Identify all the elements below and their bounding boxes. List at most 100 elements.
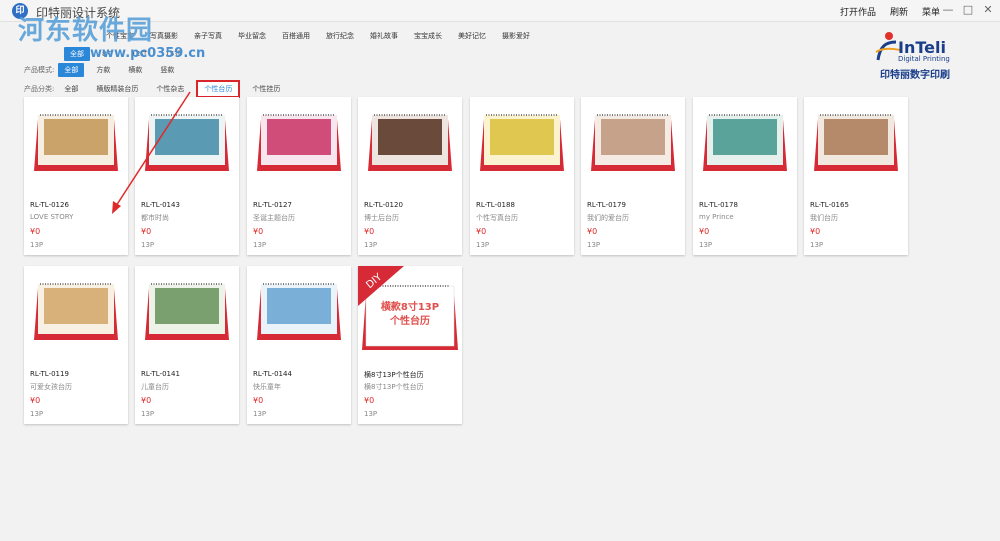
- product-pages: 13P: [810, 241, 824, 249]
- category-option-wall-calendar[interactable]: 个性挂历: [246, 82, 286, 96]
- tab-theme-0[interactable]: 个性宝宝: [100, 31, 140, 41]
- product-pages: 13P: [476, 241, 490, 249]
- title-bar: 印 印特丽设计系统 打开作品 刷新 菜单 — □ ✕: [0, 0, 1000, 22]
- product-name: 儿童台历: [141, 383, 169, 391]
- open-work-button[interactable]: 打开作品: [840, 5, 876, 18]
- mode-option-landscape[interactable]: 横款: [122, 63, 148, 77]
- product-price: ¥0: [699, 227, 710, 236]
- product-pages: 13P: [141, 410, 155, 418]
- product-price: ¥0: [587, 227, 598, 236]
- product-card[interactable]: RL-TL-0179 我们的爱台历 ¥0 13P: [581, 97, 685, 255]
- product-pages: 13P: [699, 241, 713, 249]
- product-price: ¥0: [253, 227, 264, 236]
- product-name: 个性写真台历: [476, 214, 518, 222]
- product-name: my Prince: [699, 213, 734, 221]
- product-price: ¥0: [30, 227, 41, 236]
- product-pages: 13P: [253, 241, 267, 249]
- tab-theme-8[interactable]: 美好记忆: [452, 31, 492, 41]
- size-option-12[interactable]: 12寸: [125, 47, 153, 61]
- tab-theme-2[interactable]: 亲子写真: [188, 31, 228, 41]
- product-code: RL-TL-0127: [253, 201, 292, 209]
- product-price: ¥0: [253, 396, 264, 405]
- product-code: RL-TL-0119: [30, 370, 69, 378]
- size-filter: 全部 8寸 12寸 15寸: [64, 47, 193, 61]
- close-icon[interactable]: ✕: [982, 3, 994, 16]
- category-option-all[interactable]: 全部: [58, 82, 84, 96]
- calendar-thumbnail: [34, 283, 118, 340]
- product-card[interactable]: RL-TL-0165 我们台历 ¥0 13P: [804, 97, 908, 255]
- product-code: RL-TL-0126: [30, 201, 69, 209]
- product-code: RL-TL-0143: [141, 201, 180, 209]
- tab-theme-1[interactable]: 写真摄影: [144, 31, 184, 41]
- product-price: ¥0: [141, 396, 152, 405]
- product-name: 圣诞主题台历: [253, 214, 295, 222]
- product-code: RL-TL-0141: [141, 370, 180, 378]
- brand-subtitle: Digital Printing: [898, 55, 950, 63]
- calendar-thumbnail: [480, 114, 564, 171]
- calendar-thumbnail: [257, 114, 341, 171]
- product-card[interactable]: RL-TL-0143 都市时尚 ¥0 13P: [135, 97, 239, 255]
- product-code: RL-TL-0120: [364, 201, 403, 209]
- calendar-thumbnail: [368, 114, 452, 171]
- size-option-all[interactable]: 全部: [64, 47, 90, 61]
- tab-theme-5[interactable]: 旅行纪念: [320, 31, 360, 41]
- product-card[interactable]: RL-TL-0144 快乐童年 ¥0 13P: [247, 266, 351, 424]
- product-name: 博士后台历: [364, 214, 399, 222]
- theme-tabs: 个性宝宝 写真摄影 亲子写真 毕业留念 百搭通用 旅行纪念 婚礼故事 宝宝成长 …: [100, 31, 536, 41]
- product-pages: 13P: [30, 241, 44, 249]
- product-card[interactable]: RL-TL-0127 圣诞主题台历 ¥0 13P: [247, 97, 351, 255]
- product-price: ¥0: [364, 396, 375, 405]
- calendar-thumbnail: [591, 114, 675, 171]
- tab-theme-3[interactable]: 毕业留念: [232, 31, 272, 41]
- product-card[interactable]: RL-TL-0178 my Prince ¥0 13P: [693, 97, 797, 255]
- category-filter: 产品分类: 全部 横版精装台历 个性杂志 个性台历 个性挂历: [24, 80, 292, 98]
- product-card[interactable]: RL-TL-0119 可爱女孩台历 ¥0 13P: [24, 266, 128, 424]
- app-logo-icon: 印: [12, 3, 28, 19]
- product-price: ¥0: [30, 396, 41, 405]
- product-name: LOVE STORY: [30, 213, 74, 221]
- product-code: RL-TL-0179: [587, 201, 626, 209]
- size-option-15[interactable]: 15寸: [159, 47, 187, 61]
- category-option-landscape-desk[interactable]: 横版精装台历: [90, 82, 144, 96]
- product-card[interactable]: RL-TL-0141 儿童台历 ¥0 13P: [135, 266, 239, 424]
- product-name: 快乐童年: [253, 383, 281, 391]
- calendar-thumbnail: [257, 283, 341, 340]
- tab-theme-4[interactable]: 百搭通用: [276, 31, 316, 41]
- diy-headline-text: 横款8寸13P: [381, 300, 439, 313]
- product-card[interactable]: RL-TL-0126 LOVE STORY ¥0 13P: [24, 97, 128, 255]
- mode-filter: 产品模式: 全部 方款 横款 竖款: [24, 63, 186, 77]
- app-title: 印特丽设计系统: [36, 6, 121, 20]
- product-pages: 13P: [364, 241, 378, 249]
- mode-option-portrait[interactable]: 竖款: [154, 63, 180, 77]
- maximize-icon[interactable]: □: [962, 3, 974, 16]
- menu-button[interactable]: 菜单: [922, 5, 940, 18]
- minimize-icon[interactable]: —: [942, 3, 954, 16]
- category-option-desk-calendar[interactable]: 个性台历: [196, 80, 241, 98]
- product-name: 横8寸13P个性台历: [364, 383, 424, 391]
- product-code: 横8寸13P个性台历: [364, 371, 424, 379]
- tab-theme-6[interactable]: 婚礼故事: [364, 31, 404, 41]
- product-code: RL-TL-0178: [699, 201, 738, 209]
- product-code: RL-TL-0144: [253, 370, 292, 378]
- product-price: ¥0: [476, 227, 487, 236]
- calendar-thumbnail: [703, 114, 787, 171]
- product-card[interactable]: RL-TL-0188 个性写真台历 ¥0 13P: [470, 97, 574, 255]
- refresh-button[interactable]: 刷新: [890, 5, 908, 18]
- product-price: ¥0: [364, 227, 375, 236]
- mode-filter-label: 产品模式:: [24, 66, 55, 74]
- product-code: RL-TL-0165: [810, 201, 849, 209]
- product-code: RL-TL-0188: [476, 201, 515, 209]
- mode-option-all[interactable]: 全部: [58, 63, 85, 77]
- calendar-thumbnail: DIY 横款8寸13P 个性台历: [358, 266, 458, 350]
- size-option-8[interactable]: 8寸: [96, 47, 119, 61]
- mode-option-square[interactable]: 方款: [90, 63, 116, 77]
- product-card-diy[interactable]: DIY 横款8寸13P 个性台历 横8寸13P个性台历 横8寸13P个性台历 ¥…: [358, 266, 462, 424]
- tab-theme-9[interactable]: 摄影爱好: [496, 31, 536, 41]
- brand-chinese-name: 印特丽数字印刷: [880, 70, 950, 81]
- product-name: 我们的爱台历: [587, 214, 629, 222]
- category-option-magazine[interactable]: 个性杂志: [150, 82, 190, 96]
- product-pages: 13P: [364, 410, 378, 418]
- tab-theme-7[interactable]: 宝宝成长: [408, 31, 448, 41]
- category-filter-label: 产品分类:: [24, 85, 55, 93]
- product-card[interactable]: RL-TL-0120 博士后台历 ¥0 13P: [358, 97, 462, 255]
